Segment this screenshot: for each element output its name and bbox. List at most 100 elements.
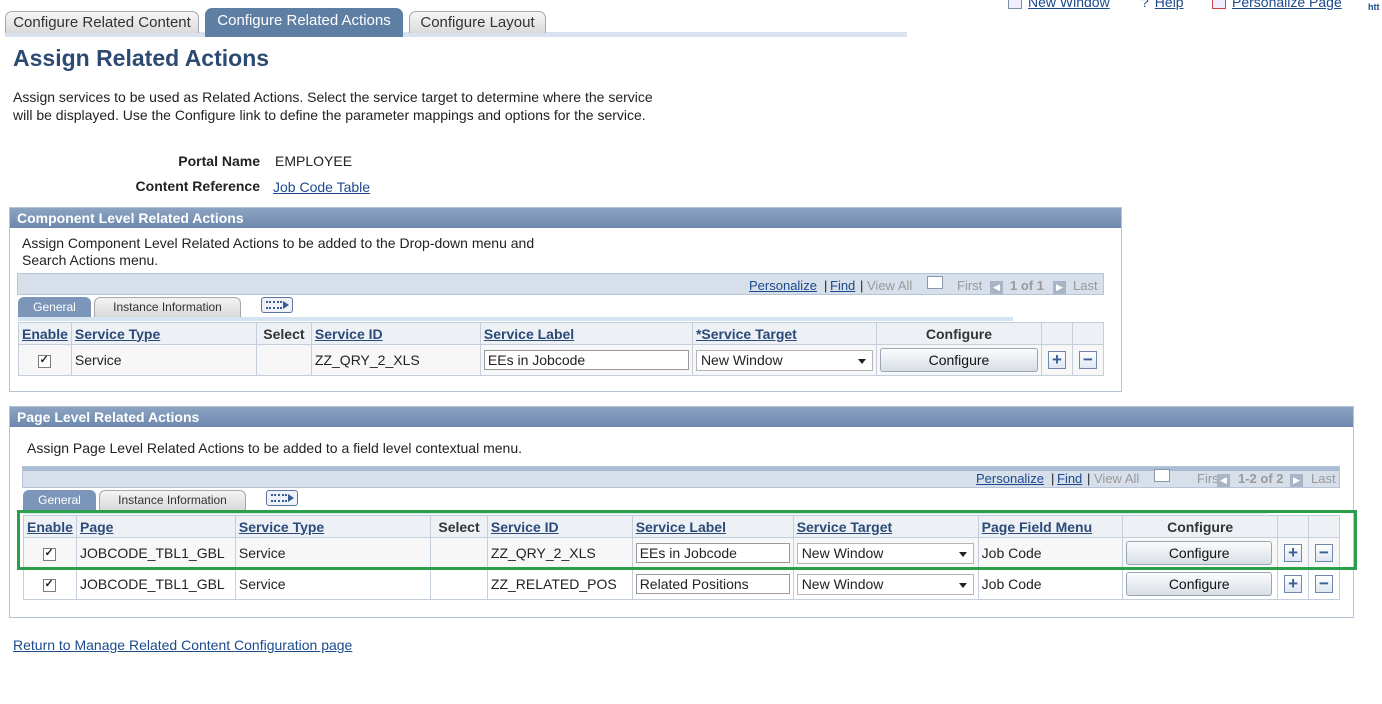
col-configure: Configure <box>875 322 1042 345</box>
show-all-columns-icon[interactable] <box>261 297 293 313</box>
col-enable[interactable]: Enable <box>22 326 68 342</box>
col-enable[interactable]: Enable <box>27 519 73 535</box>
page-actions-table: Enable Page Service Type Select Service … <box>23 515 1340 600</box>
last-link[interactable]: Last <box>1311 471 1336 486</box>
table-row: JOBCODE_TBL1_GBL Service ZZ_RELATED_POS … <box>23 568 1340 600</box>
configure-button[interactable]: Configure <box>1126 572 1273 596</box>
col-select: Select <box>430 515 488 538</box>
service-type-cell: Service <box>234 568 432 600</box>
new-window-icon <box>1008 0 1022 10</box>
subtab-general[interactable]: General <box>23 490 96 510</box>
tab-configure-related-content[interactable]: Configure Related Content <box>5 11 199 33</box>
view-all-icon[interactable] <box>1154 469 1170 485</box>
first-link[interactable]: First <box>957 278 982 293</box>
table-header-row: Enable Service Type Select Service ID Se… <box>18 322 1105 345</box>
subtab-instance-information[interactable]: Instance Information <box>99 490 246 510</box>
last-link[interactable]: Last <box>1073 278 1098 293</box>
find-link[interactable]: Find <box>1057 471 1082 486</box>
configure-button[interactable]: Configure <box>1126 541 1273 565</box>
view-all-link[interactable]: View All <box>1094 471 1139 486</box>
personalize-link[interactable]: Personalize <box>749 278 817 293</box>
content-reference-label: Content Reference <box>135 178 260 194</box>
service-id-cell: ZZ_RELATED_POS <box>486 568 633 600</box>
tab-configure-related-actions[interactable]: Configure Related Actions <box>205 8 403 37</box>
subtab-underline <box>23 510 1268 514</box>
col-page-field-menu[interactable]: Page Field Menu <box>982 519 1092 535</box>
service-id-cell: ZZ_QRY_2_XLS <box>310 344 481 376</box>
new-window-link[interactable]: New Window <box>1008 0 1110 10</box>
enable-checkbox[interactable] <box>43 577 57 592</box>
find-link[interactable]: Find <box>830 278 855 293</box>
page-grid-nav: Personalize | Find | View All First ◀ 1-… <box>22 466 1340 488</box>
show-all-columns-icon[interactable] <box>266 490 298 506</box>
next-icon[interactable]: ▶ <box>1053 276 1066 294</box>
col-select: Select <box>255 322 312 345</box>
component-grid-nav: Personalize | Find | View All First ◀ 1 … <box>17 273 1104 295</box>
col-service-id[interactable]: Service ID <box>315 326 383 342</box>
delete-row-icon[interactable]: − <box>1078 351 1097 370</box>
personalize-page-link[interactable]: Personalize Page <box>1212 0 1342 10</box>
page-level-description: Assign Page Level Related Actions to be … <box>27 440 522 456</box>
service-target-select[interactable]: New Window <box>796 542 974 564</box>
col-service-type[interactable]: Service Type <box>75 326 160 342</box>
service-type-cell: Service <box>70 344 257 376</box>
table-header-row: Enable Page Service Type Select Service … <box>23 515 1340 538</box>
page-field-menu-cell: Job Code <box>977 537 1124 569</box>
subtab-underline <box>18 317 1013 321</box>
component-level-description: Assign Component Level Related Actions t… <box>22 235 535 268</box>
subtab-instance-information[interactable]: Instance Information <box>94 297 241 317</box>
col-service-id[interactable]: Service ID <box>491 519 559 535</box>
return-to-manage-link[interactable]: Return to Manage Related Content Configu… <box>13 637 352 653</box>
help-link[interactable]: ? Help <box>1141 0 1184 10</box>
component-actions-table: Enable Service Type Select Service ID Se… <box>18 322 1105 376</box>
view-all-link[interactable]: View All <box>867 278 912 293</box>
next-icon[interactable]: ▶ <box>1290 469 1303 487</box>
add-row-icon[interactable]: + <box>1284 544 1303 563</box>
page-cell: JOBCODE_TBL1_GBL <box>75 568 236 600</box>
tab-configure-layout[interactable]: Configure Layout <box>409 11 546 33</box>
help-icon: ? <box>1141 0 1149 10</box>
col-service-target[interactable]: Service Target <box>797 519 892 535</box>
page-title: Assign Related Actions <box>13 45 270 71</box>
personalize-link[interactable]: Personalize <box>976 471 1044 486</box>
delete-row-icon[interactable]: − <box>1315 575 1333 594</box>
nav-separator: | <box>1051 471 1055 486</box>
row-range: 1 of 1 <box>1010 278 1044 293</box>
add-row-icon[interactable]: + <box>1284 575 1303 594</box>
service-id-cell: ZZ_QRY_2_XLS <box>486 537 633 569</box>
enable-checkbox[interactable] <box>43 546 57 561</box>
nav-separator: | <box>860 278 864 293</box>
col-service-label[interactable]: Service Label <box>636 519 726 535</box>
service-target-select[interactable]: New Window <box>695 349 873 371</box>
col-service-target[interactable]: *Service Target <box>696 326 797 342</box>
service-label-input[interactable]: EEs in Jobcode <box>635 543 790 563</box>
service-target-select[interactable]: New Window <box>796 573 974 595</box>
subtab-general[interactable]: General <box>18 297 91 317</box>
personalize-icon <box>1212 0 1226 10</box>
delete-row-icon[interactable]: − <box>1315 544 1333 563</box>
service-type-cell: Service <box>234 537 432 569</box>
col-page[interactable]: Page <box>80 519 113 535</box>
prev-icon[interactable]: ◀ <box>1217 469 1230 487</box>
row-range: 1-2 of 2 <box>1238 471 1284 486</box>
nav-separator: | <box>1087 471 1091 486</box>
page-level-header: Page Level Related Actions <box>10 407 1353 427</box>
service-label-input[interactable]: EEs in Jobcode <box>483 350 689 370</box>
nav-separator: | <box>824 278 828 293</box>
col-configure: Configure <box>1122 515 1279 538</box>
view-all-icon[interactable] <box>927 276 943 292</box>
col-service-label[interactable]: Service Label <box>484 326 574 342</box>
service-label-input[interactable]: Related Positions <box>635 574 790 594</box>
http-link[interactable]: htt <box>1368 2 1380 12</box>
portal-name-label: Portal Name <box>178 153 260 169</box>
col-service-type[interactable]: Service Type <box>239 519 324 535</box>
prev-icon[interactable]: ◀ <box>990 276 1003 294</box>
component-level-header: Component Level Related Actions <box>10 208 1121 228</box>
page-cell: JOBCODE_TBL1_GBL <box>75 537 236 569</box>
page-field-menu-cell: Job Code <box>977 568 1124 600</box>
configure-button[interactable]: Configure <box>879 348 1038 372</box>
top-tab-bar: Configure Related Content Configure Rela… <box>5 8 907 38</box>
add-row-icon[interactable]: + <box>1047 351 1066 370</box>
content-reference-link[interactable]: Job Code Table <box>273 179 370 195</box>
enable-checkbox[interactable] <box>38 353 52 368</box>
